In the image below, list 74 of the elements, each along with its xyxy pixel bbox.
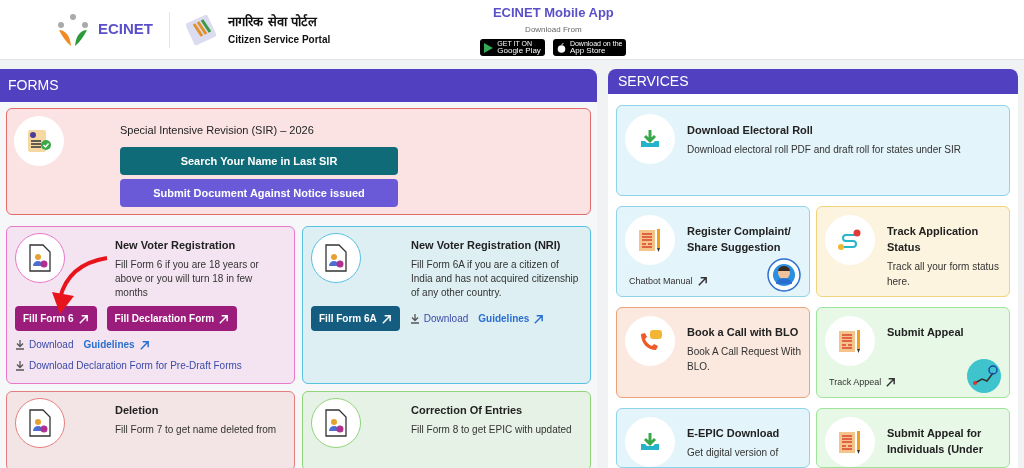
card-title: Submit Appeal for Individuals (Under: [887, 426, 984, 457]
arrow-up-right-icon: [696, 275, 708, 287]
download-tray-icon: [639, 431, 661, 453]
person-document-icon: [324, 244, 348, 273]
service-card[interactable]: Book a Call with BLO Book A Call Request With BLO.: [616, 307, 810, 398]
card-description: Fill Form 7 to get name deleted from: [115, 422, 277, 437]
document-pencil-icon: [838, 328, 862, 354]
download-link[interactable]: Download: [409, 310, 469, 326]
store-name: App Store: [569, 47, 607, 56]
chatbot-avatar-icon[interactable]: [767, 258, 801, 292]
form-button[interactable]: Fill Declaration Form: [106, 305, 238, 331]
card-title: Submit Appeal: [887, 325, 964, 340]
download-link[interactable]: Download Declaration Form for Pre-Draft Forms: [15, 357, 242, 373]
form-button[interactable]: Fill Form 6: [15, 305, 97, 331]
portal-title: Citizen Service Portal: [228, 32, 331, 47]
app-title: ECINET Mobile App: [492, 3, 614, 22]
card-description: Track all your form status here.: [887, 260, 1000, 289]
card-title: Book a Call with BLO: [687, 325, 800, 340]
service-card[interactable]: Download Electoral Roll Download electoral roll PDF and draft roll for states under SIR: [616, 105, 1010, 196]
portal-title-hindi: नागरिक सेवा पोर्टल: [228, 13, 319, 32]
card-description: Fill Form 8 to get EPIC with updated: [411, 422, 572, 437]
route-pin-icon: [837, 227, 863, 253]
form-button[interactable]: Fill Form 6A: [311, 305, 400, 331]
card-description: Download electoral roll PDF and draft roll for states under SIR: [687, 143, 961, 157]
document-pencil-icon: [638, 227, 662, 253]
arrow-up-right-icon: [138, 339, 150, 351]
panel-header: FORMS: [0, 69, 597, 102]
card-description: Fill Form 6 if you are 18 years or above or you will turn 18 in few months: [115, 257, 260, 300]
service-card[interactable]: Track Application Status Track all your form status here.: [816, 206, 1010, 297]
download-link[interactable]: Download: [15, 336, 74, 352]
card-title: Track Application Status: [887, 224, 980, 255]
card-title: Register Complaint/ Share Suggestion: [687, 224, 792, 255]
card-description: Book A Call Request With BLO.: [687, 345, 801, 374]
card-title: New Voter Registration: [115, 238, 237, 254]
arrow-up-right-icon: [380, 313, 392, 325]
download-tray-icon: [639, 128, 661, 150]
arrow-up-right-icon: [77, 313, 89, 325]
ecinet-logo-text: ECINET: [98, 19, 153, 40]
route-icon[interactable]: [967, 359, 1001, 393]
ecinet-logo-icon: [56, 11, 90, 48]
card-title: Correction Of Entries: [411, 403, 524, 419]
card-link[interactable]: Track Appeal: [825, 375, 897, 389]
card-description: Fill Form 6A if you are a citizen of India and has not acquired citizenship of any other country.: [411, 257, 580, 300]
service-card[interactable]: Submit Appeal Track Appeal: [816, 307, 1010, 398]
sir-button[interactable]: Search Your Name in Last SIR: [120, 147, 398, 176]
apple-icon: [556, 42, 566, 53]
arrow-up-right-icon: [218, 313, 230, 325]
sir-title: Special Intensive Revision (SIR) – 2026: [120, 122, 315, 138]
panel-header: SERVICES: [608, 69, 1018, 94]
app-subtitle: Download From: [525, 24, 582, 37]
service-card[interactable]: Submit Appeal for Individuals (Under: [816, 408, 1010, 468]
play-icon: [484, 42, 494, 53]
document-pencil-icon: [838, 429, 862, 455]
service-card[interactable]: Register Complaint/ Share Suggestion Chatbot Manual: [616, 206, 810, 297]
card-title: Download Electoral Roll: [687, 123, 814, 138]
person-document-icon: [28, 409, 52, 438]
guidelines-link[interactable]: Guidelines: [478, 310, 545, 326]
document-check-icon: [26, 127, 52, 154]
card-description: Get digital version of: [687, 446, 780, 460]
store-name: Google Play: [497, 47, 541, 56]
person-document-icon: [324, 409, 348, 438]
download-icon: [15, 338, 25, 350]
download-icon: [409, 312, 420, 324]
card-link[interactable]: Chatbot Manual: [625, 274, 708, 288]
download-icon: [15, 359, 25, 371]
sir-button[interactable]: Submit Document Against Notice issued: [120, 179, 398, 208]
arrow-up-right-icon: [885, 376, 897, 388]
service-card[interactable]: E-EPIC Download Get digital version of: [616, 408, 810, 468]
card-title: Deletion: [115, 403, 160, 419]
card-title: E-EPIC Download: [687, 426, 780, 441]
person-document-icon: [28, 244, 52, 273]
card-title: New Voter Registration (NRI): [411, 238, 562, 254]
arrow-up-right-icon: [533, 313, 545, 325]
guidelines-link[interactable]: Guidelines: [83, 336, 150, 352]
